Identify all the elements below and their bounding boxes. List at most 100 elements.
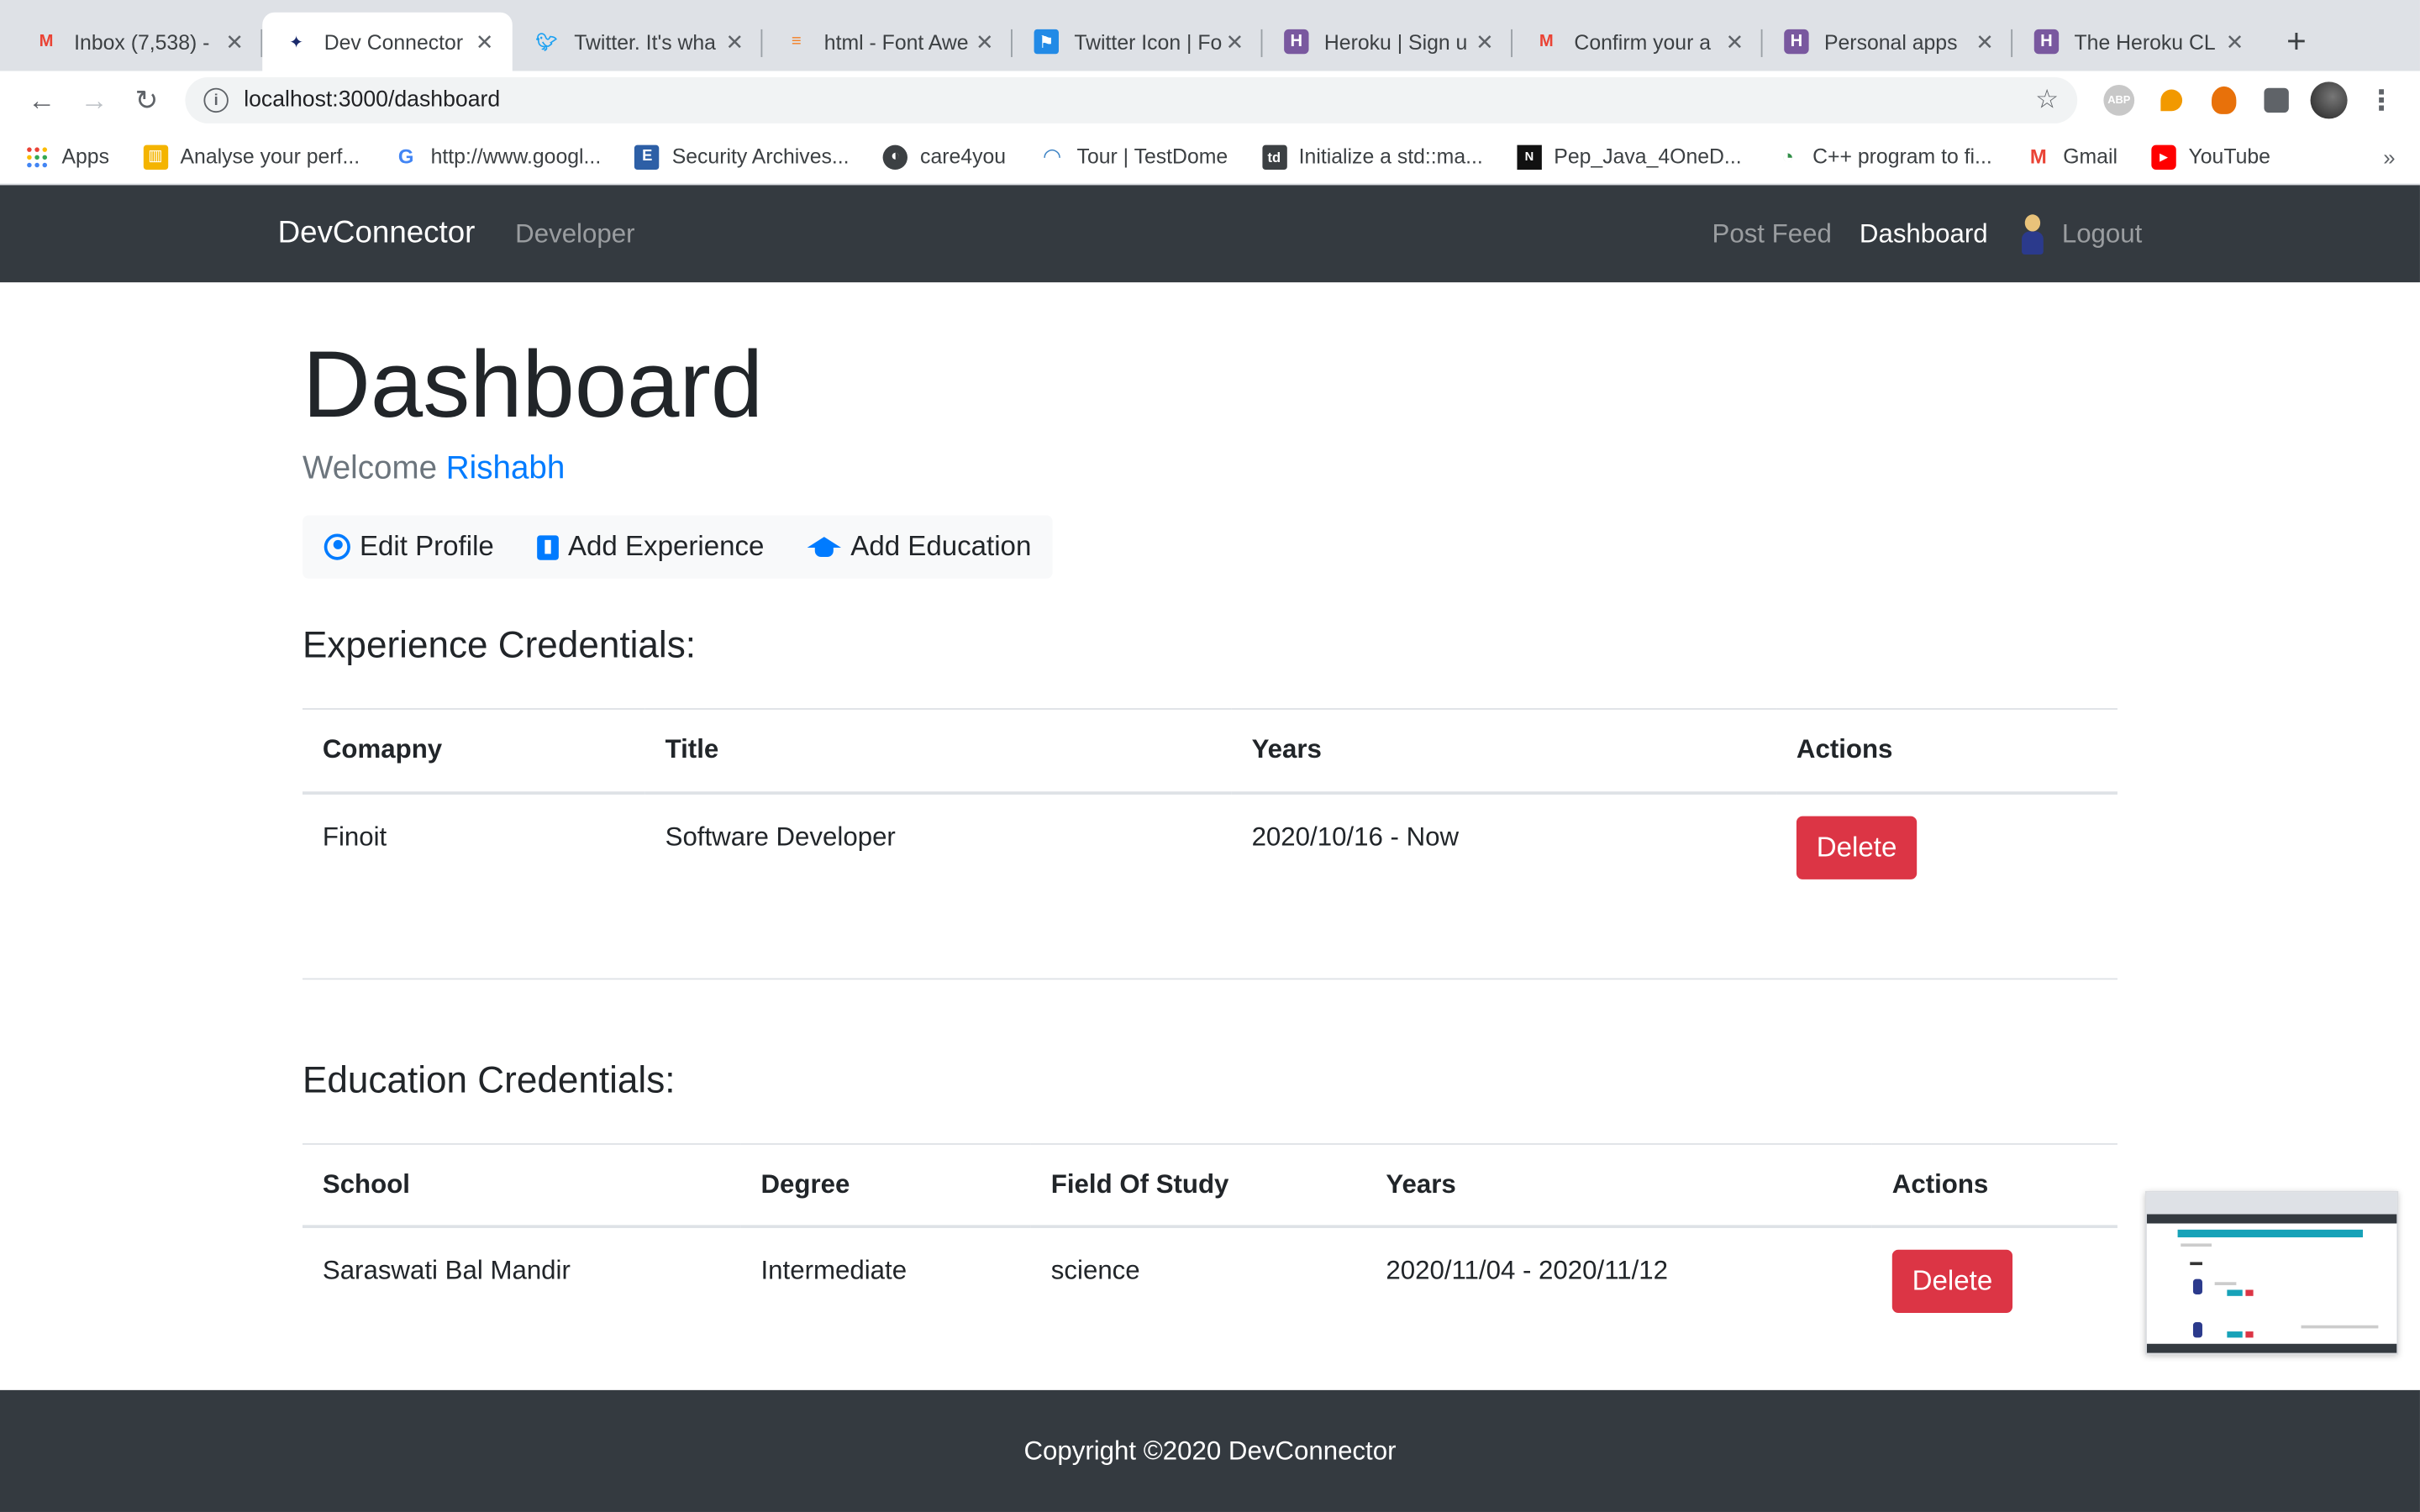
forward-arrow-icon[interactable]: → [68, 77, 120, 123]
username-link[interactable]: Rishabh [446, 451, 566, 486]
bookmarks-overflow-icon[interactable]: » [2383, 144, 2395, 169]
column-header: Actions [1871, 1142, 2118, 1229]
bookmark-label: Tour | TestDome [1076, 144, 1228, 169]
devconnector-icon: ✦ [289, 33, 304, 52]
column-header: School [302, 1142, 741, 1229]
copyright-text: Copyright ©2020 DevConnector [1023, 1436, 1397, 1465]
tab-close-icon[interactable]: ✕ [1972, 29, 1996, 55]
twitter-icon: 🐦︎ [535, 33, 558, 52]
tab-close-icon[interactable]: ✕ [1472, 29, 1497, 55]
company-cell: Finoit [302, 791, 645, 978]
bookmark-label: Gmail [2063, 144, 2118, 169]
reload-icon[interactable]: ↻ [120, 77, 172, 123]
bookmark-item[interactable]: td Initialize a std::ma... [1261, 144, 1483, 170]
bookmark-label: Pep_Java_4OneD... [1554, 144, 1742, 169]
bookmark-label: Initialize a std::ma... [1298, 144, 1483, 169]
nados-icon: N [1517, 144, 1542, 170]
delete-experience-button[interactable]: Delete [1796, 815, 1918, 879]
browser-tab-strip: M Inbox (7,538) - ✕ ✦ Dev Connector ✕ 🐦︎… [0, 0, 2420, 71]
tab-close-icon[interactable]: ✕ [472, 29, 497, 55]
navbar-right: Post Feed Dashboard Logout [1684, 213, 2143, 255]
table-divider [302, 977, 2118, 979]
address-bar[interactable]: i localhost:3000/dashboard ☆ [185, 76, 2078, 123]
analytics-icon: ▥ [143, 144, 168, 170]
tab-close-icon[interactable]: ✕ [972, 29, 997, 55]
globe-icon: ◐ [882, 144, 908, 170]
browser-tab[interactable]: M Confirm your a ✕ [1512, 13, 1763, 71]
experience-heading: Experience Credentials: [302, 625, 697, 667]
bookmark-apps[interactable]: Apps [24, 144, 109, 169]
bookmark-item[interactable]: ◐ care4you [882, 144, 1006, 170]
add-experience-label: Add Experience [567, 531, 765, 562]
page-footer: Copyright ©2020 DevConnector [0, 1389, 2420, 1512]
fire-extension-icon[interactable] [2201, 77, 2247, 123]
graduation-cap-icon [807, 536, 842, 559]
bookmark-item[interactable]: E Security Archives... [634, 144, 850, 170]
add-education-button[interactable]: Add Education [786, 516, 1053, 579]
browser-toolbar: ← → ↻ i localhost:3000/dashboard ☆ ABP ⋮ [0, 71, 2420, 130]
tab-close-icon[interactable]: ✕ [1223, 29, 1247, 55]
dashboard-link[interactable]: Dashboard [1860, 218, 1988, 249]
site-info-icon[interactable]: i [203, 87, 229, 113]
bookmark-item[interactable]: G http://www.googl... [394, 144, 601, 169]
tab-close-icon[interactable]: ✕ [2223, 29, 2247, 55]
browser-tab[interactable]: 🐦︎ Twitter. It's wha ✕ [513, 13, 763, 71]
browser-tab[interactable]: ⚑ Twitter Icon | Fo ✕ [1013, 13, 1263, 71]
app-navbar: DevConnector Developer Post Feed Dashboa… [0, 185, 2420, 283]
brand-link[interactable]: DevConnector [278, 216, 476, 251]
tab-close-icon[interactable]: ✕ [1723, 29, 1747, 55]
browser-tab[interactable]: ≡ html - Font Awe ✕ [762, 13, 1013, 71]
bookmark-label: C++ program to fi... [1812, 144, 1992, 169]
school-cell: Saraswati Bal Mandir [302, 1226, 741, 1375]
bookmark-label: Security Archives... [671, 144, 850, 169]
actions-cell: Delete [1871, 1226, 2118, 1375]
tab-close-icon[interactable]: ✕ [222, 29, 246, 55]
browser-tab-active[interactable]: ✦ Dev Connector ✕ [262, 12, 513, 71]
tab-title: The Heroku CL [2074, 29, 2216, 54]
tab-close-icon[interactable]: ✕ [723, 29, 747, 55]
tab-title: Personal apps [1823, 29, 1958, 54]
new-tab-button[interactable]: + [2269, 13, 2324, 71]
screenshot-thumbnail[interactable] [2145, 1190, 2399, 1355]
browser-tab[interactable]: H Heroku | Sign u ✕ [1262, 13, 1512, 71]
bookmark-label: YouTube [2188, 144, 2270, 169]
bookmark-item[interactable]: ◔ C++ program to fi... [1776, 144, 1992, 169]
browser-tab[interactable]: H The Heroku CL ✕ [2012, 13, 2263, 71]
developers-link[interactable]: Developer [515, 218, 634, 249]
profile-avatar[interactable] [2306, 77, 2352, 123]
back-arrow-icon[interactable]: ← [15, 77, 67, 123]
adblock-extension-icon[interactable]: ABP [2096, 77, 2142, 123]
table-row: Saraswati Bal Mandir Intermediate scienc… [302, 1226, 2118, 1375]
extensions-puzzle-icon[interactable] [2254, 77, 2300, 123]
experience-table: Comapny Title Years Actions Finoit Softw… [302, 708, 2118, 978]
post-feed-link[interactable]: Post Feed [1712, 218, 1832, 249]
add-experience-button[interactable]: Add Experience [516, 516, 786, 579]
column-header: Field Of Study [1030, 1142, 1366, 1229]
browser-menu-icon[interactable]: ⋮ [2358, 77, 2404, 123]
apps-grid-icon [24, 144, 49, 169]
gmail-icon: M [39, 32, 54, 51]
key-extension-icon[interactable] [2149, 77, 2195, 123]
column-header: Years [1231, 708, 1777, 795]
welcome-text: Welcome Rishabh [302, 450, 566, 486]
tab-title: Twitter Icon | Fo [1074, 29, 1223, 54]
browser-tab[interactable]: M Inbox (7,538) - ✕ [13, 13, 263, 71]
url-text[interactable]: localhost:3000/dashboard [244, 88, 2035, 113]
bookmark-item[interactable]: ▥ Analyse your perf... [143, 144, 360, 170]
table-header-row: School Degree Field Of Study Years Actio… [302, 1142, 2118, 1229]
fontawesome-flag-icon: ⚑ [1034, 29, 1059, 55]
edit-profile-button[interactable]: Edit Profile [302, 516, 516, 579]
bookmark-item[interactable]: N Pep_Java_4OneD... [1517, 144, 1742, 170]
bookmark-item[interactable]: M Gmail [2026, 144, 2118, 169]
column-header: Years [1365, 1142, 1872, 1229]
delete-education-button[interactable]: Delete [1891, 1249, 2013, 1314]
browser-tab[interactable]: H Personal apps ✕ [1763, 13, 2013, 71]
testdome-icon: ◠ [1044, 143, 1061, 169]
bookmark-item[interactable]: ◠ Tour | TestDome [1039, 144, 1228, 169]
heroku-icon: H [2033, 29, 2060, 55]
logout-link[interactable]: Logout [2062, 218, 2143, 249]
stackoverflow-icon: ≡ [791, 32, 802, 51]
bookmark-item[interactable]: ▶ YouTube [2151, 144, 2270, 170]
tab-title: Dev Connector [324, 29, 464, 54]
bookmark-star-icon[interactable]: ☆ [2035, 85, 2059, 116]
